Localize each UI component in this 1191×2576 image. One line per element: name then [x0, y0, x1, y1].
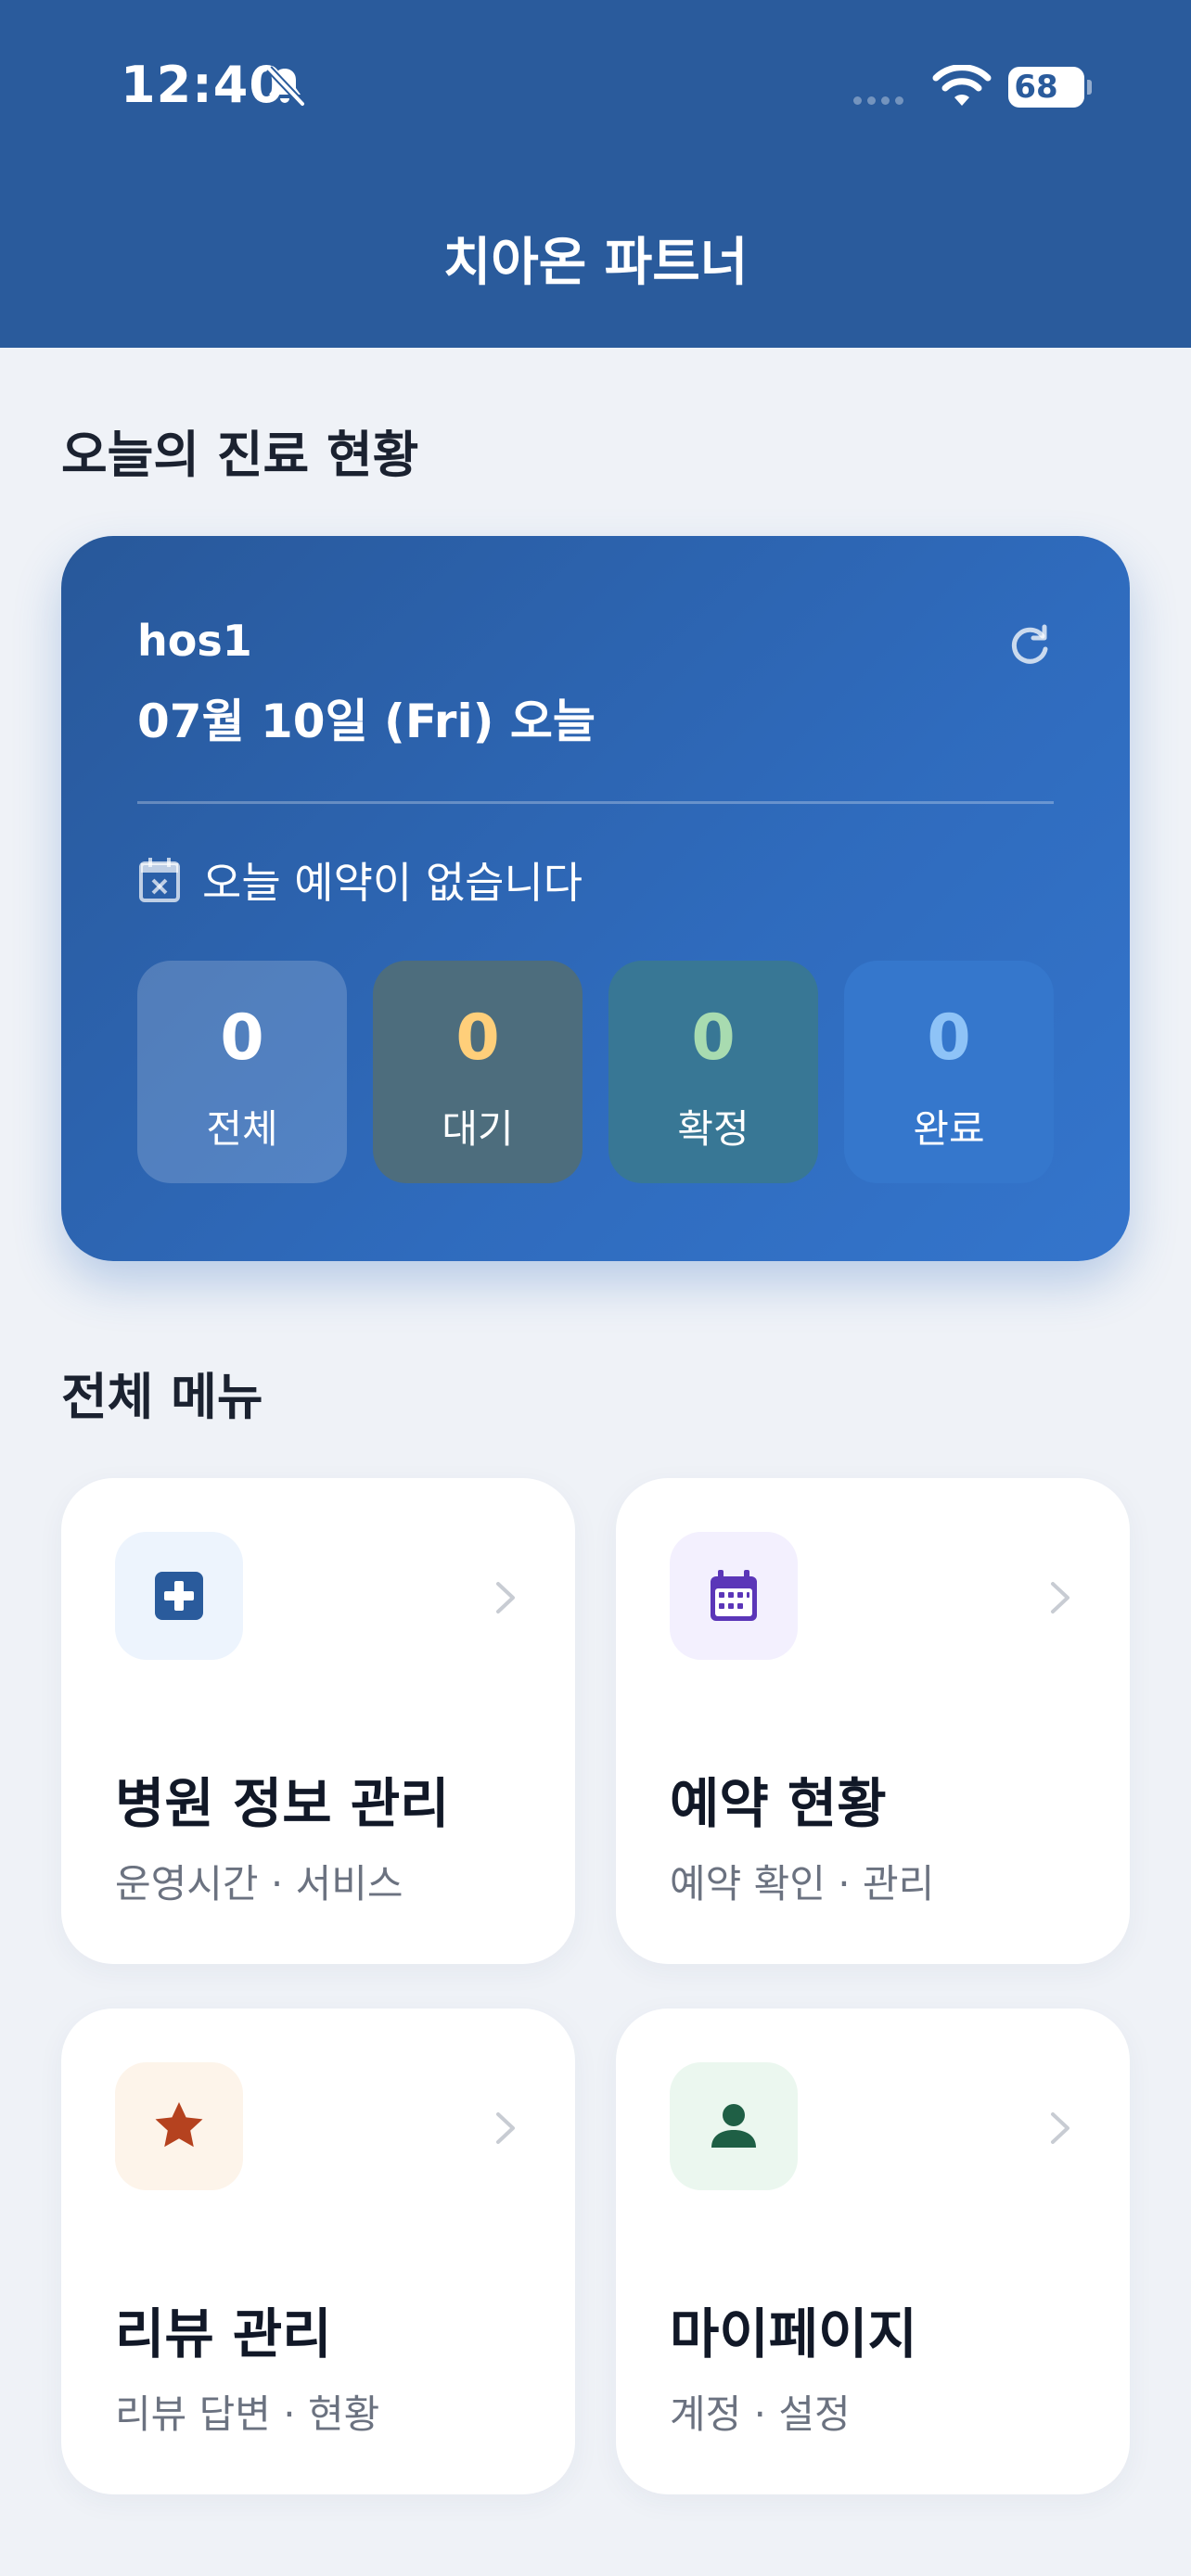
menu-title: 병원 정보 관리 [115, 1772, 450, 1835]
stat-confirmed[interactable]: 0 확정 [608, 961, 818, 1183]
stat-completed-label: 완료 [913, 1106, 985, 1152]
menu-subtitle: 운영시간 · 서비스 [115, 1861, 403, 1906]
today-section-title: 오늘의 진료 현황 [61, 426, 419, 484]
app-header: 12:40 68 치아온 파트너 [0, 0, 1191, 348]
stat-total[interactable]: 0 전체 [137, 961, 347, 1183]
menu-subtitle: 리뷰 답변 · 현황 [115, 2391, 380, 2437]
menu-title: 리뷰 관리 [115, 2302, 332, 2366]
today-date: 07월 10일 (Fri) 오늘 [137, 695, 596, 748]
refresh-icon[interactable] [1005, 621, 1054, 670]
calendar-icon-box [670, 1532, 798, 1660]
stat-total-value: 0 [220, 1001, 264, 1075]
stat-total-label: 전체 [206, 1106, 278, 1152]
chevron-right-icon [1051, 1582, 1069, 1613]
chevron-right-icon [496, 1582, 515, 1613]
stat-confirmed-value: 0 [691, 1001, 736, 1075]
chevron-right-icon [496, 2112, 515, 2144]
battery-cap [1087, 80, 1092, 95]
status-time: 12:40 [121, 56, 285, 114]
chevron-right-icon [1051, 2112, 1069, 2144]
star-icon [155, 2102, 203, 2148]
battery-icon: 68 [1008, 67, 1084, 108]
card-divider [137, 801, 1054, 804]
hospital-name: hos1 [137, 616, 252, 666]
star-icon-box [115, 2062, 243, 2190]
bell-off-icon [266, 66, 305, 107]
person-icon [711, 2104, 756, 2148]
stat-completed-value: 0 [927, 1001, 971, 1075]
page-title: 치아온 파트너 [442, 233, 749, 293]
stats-row: 0 전체 0 대기 0 확정 0 완료 [137, 961, 1054, 1183]
menu-section-title: 전체 메뉴 [61, 1368, 263, 1426]
stat-confirmed-label: 확정 [677, 1106, 749, 1152]
calendar-x-icon [139, 858, 180, 902]
cellular-signal-icon [853, 96, 903, 105]
menu-card-mypage[interactable]: 마이페이지 계정 · 설정 [616, 2009, 1130, 2494]
menu-title: 마이페이지 [670, 2302, 917, 2366]
empty-message: 오늘 예약이 없습니다 [202, 858, 583, 908]
calendar-icon [711, 1570, 757, 1621]
menu-subtitle: 예약 확인 · 관리 [670, 1861, 935, 1906]
empty-appointments-row: 오늘 예약이 없습니다 [137, 849, 583, 911]
menu-card-reservations[interactable]: 예약 현황 예약 확인 · 관리 [616, 1478, 1130, 1964]
today-status-card: hos1 07월 10일 (Fri) 오늘 오늘 예약이 없습니다 0 전체 0… [61, 536, 1130, 1261]
menu-subtitle: 계정 · 설정 [670, 2391, 851, 2437]
battery-level: 68 [1014, 69, 1058, 106]
stat-waiting-value: 0 [455, 1001, 500, 1075]
stat-completed[interactable]: 0 완료 [844, 961, 1054, 1183]
stat-waiting-label: 대기 [442, 1106, 514, 1152]
hospital-plus-icon [155, 1572, 203, 1620]
stat-waiting[interactable]: 0 대기 [373, 961, 583, 1183]
menu-title: 예약 현황 [670, 1772, 887, 1835]
person-icon-box [670, 2062, 798, 2190]
menu-card-reviews[interactable]: 리뷰 관리 리뷰 답변 · 현황 [61, 2009, 575, 2494]
menu-card-hospital-info[interactable]: 병원 정보 관리 운영시간 · 서비스 [61, 1478, 575, 1964]
hospital-icon-box [115, 1532, 243, 1660]
wifi-icon [932, 65, 992, 106]
